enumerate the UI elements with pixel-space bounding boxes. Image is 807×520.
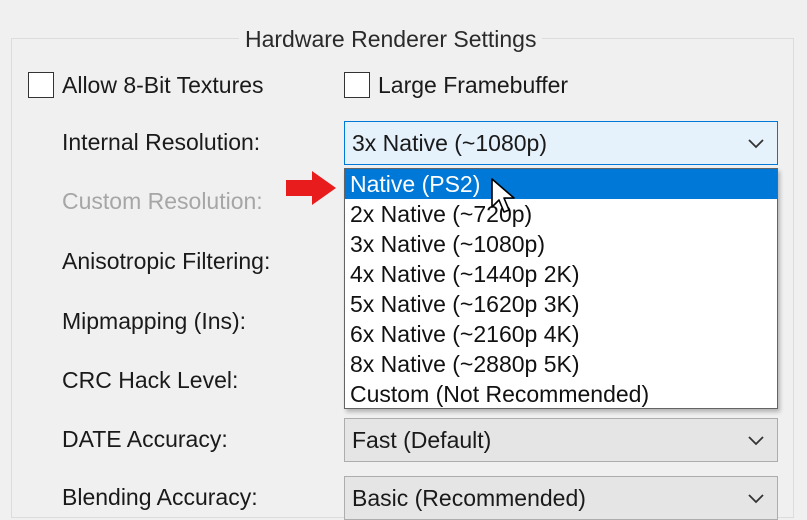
groupbox-title: Hardware Renderer Settings [239,22,543,56]
dropdown-option[interactable]: 3x Native (~1080p) [345,229,777,259]
date-accuracy-combobox[interactable]: Fast (Default) [344,418,778,462]
combobox-value: Basic (Recommended) [352,484,586,511]
checkbox-box[interactable] [28,72,54,98]
dropdown-option[interactable]: Native (PS2) [345,169,777,199]
chevron-down-icon[interactable] [745,487,767,509]
dropdown-option[interactable]: 4x Native (~1440p 2K) [345,259,777,289]
dropdown-option[interactable]: 2x Native (~720p) [345,199,777,229]
combobox-value: Fast (Default) [352,426,492,453]
crc-hack-level-label: CRC Hack Level: [62,367,239,393]
blending-accuracy-label: Blending Accuracy: [62,484,258,510]
large-framebuffer-checkbox[interactable]: Large Framebuffer [344,70,568,100]
chevron-down-icon[interactable] [745,132,767,154]
chevron-down-icon[interactable] [745,429,767,451]
allow-8bit-textures-checkbox[interactable]: Allow 8-Bit Textures [28,70,264,100]
red-arrow-icon [286,171,336,205]
dropdown-option[interactable]: 8x Native (~2880p 5K) [345,349,777,379]
internal-resolution-combobox[interactable]: 3x Native (~1080p) [344,121,778,165]
resolution-dropdown-list[interactable]: Native (PS2) 2x Native (~720p) 3x Native… [344,168,778,409]
mipmapping-label: Mipmapping (Ins): [62,308,247,334]
anisotropic-filtering-label: Anisotropic Filtering: [62,248,271,274]
date-accuracy-label: DATE Accuracy: [62,426,228,452]
checkbox-label: Allow 8-Bit Textures [62,71,264,98]
combobox-value: 3x Native (~1080p) [352,129,547,156]
dropdown-option[interactable]: 6x Native (~2160p 4K) [345,319,777,349]
internal-resolution-label: Internal Resolution: [62,129,261,155]
checkbox-label: Large Framebuffer [378,71,569,98]
blending-accuracy-combobox[interactable]: Basic (Recommended) [344,476,778,520]
dropdown-option[interactable]: Custom (Not Recommended) [345,379,777,409]
checkbox-box[interactable] [344,72,370,98]
mouse-cursor-icon [491,178,515,213]
dropdown-option[interactable]: 5x Native (~1620p 3K) [345,289,777,319]
custom-resolution-label: Custom Resolution: [62,188,263,214]
